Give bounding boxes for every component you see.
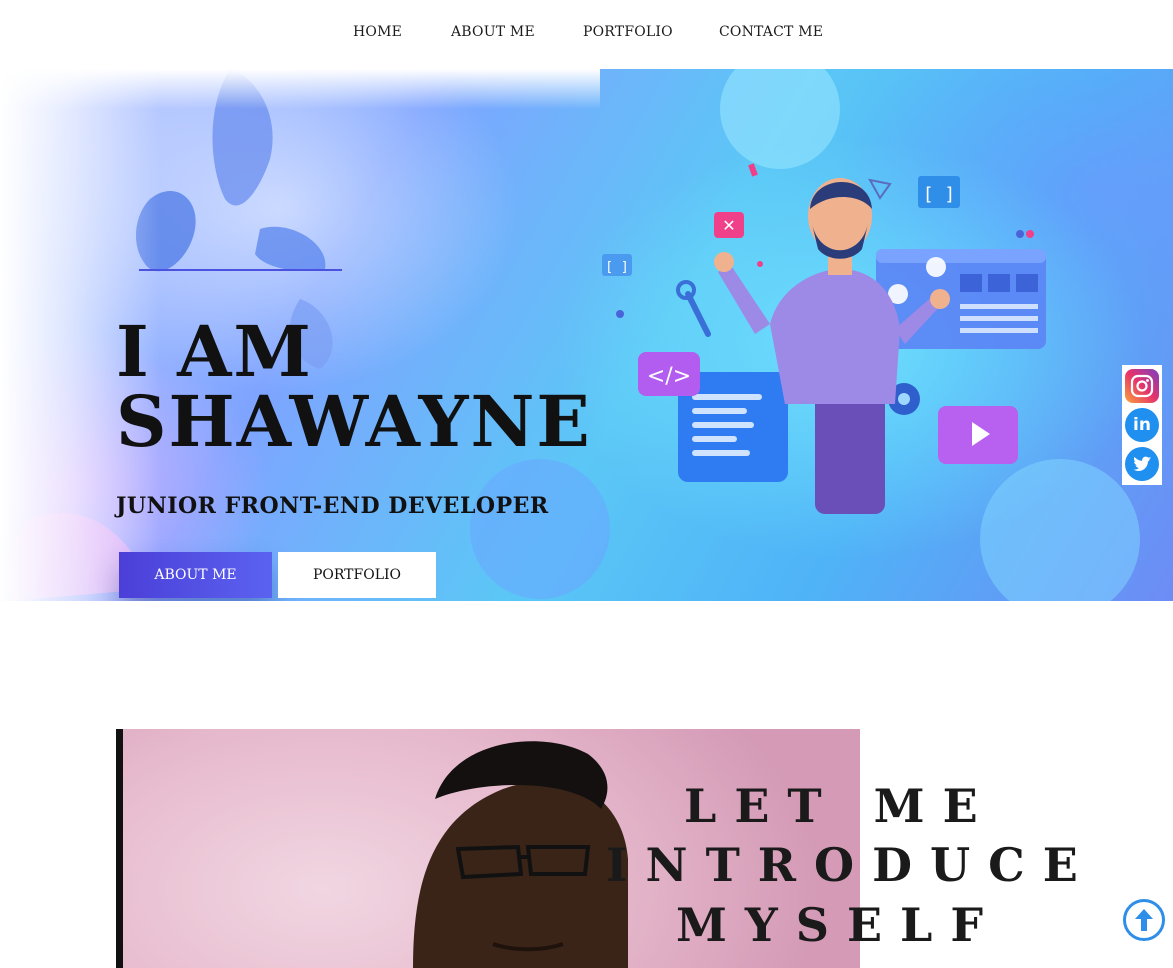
linkedin-icon[interactable]: in [1125,407,1159,442]
nav-about-me[interactable]: ABOUT ME [451,24,535,40]
instagram-glyph [1130,375,1154,398]
photo-accent-bar [116,729,123,968]
nav-contact-me[interactable]: CONTACT ME [719,24,823,40]
instagram-icon[interactable] [1125,369,1159,404]
svg-text:[ ]: [ ] [923,184,956,205]
nav-home[interactable]: HOME [353,24,402,40]
about-me-button[interactable]: ABOUT ME [119,552,272,598]
top-navigation: HOME ABOUT ME PORTFOLIO CONTACT ME [0,0,1173,69]
developer-illustration: </> [ ] [ ] ✕ [602,163,1046,514]
svg-text:[ ]: [ ] [605,260,628,275]
arrow-up-icon [1135,909,1153,931]
twitter-icon[interactable] [1125,446,1159,481]
hero-accent-line [139,269,342,271]
intro-heading-line-2: INTRODUCE [606,838,1096,892]
intro-heading-line-3: MYSELF [676,898,1002,952]
hero-title-line-2: SHAWAYNE [116,380,592,463]
hero-section: </> [ ] [ ] ✕ I AM SHAWAYNE JUNIOR FRONT… [0,69,1173,601]
intro-heading-line-1: LET ME [684,779,996,833]
hero-subtitle: JUNIOR FRONT-END DEVELOPER [116,493,549,519]
svg-text:✕: ✕ [722,216,735,235]
hero-title-line-1: I AM [116,310,313,393]
portfolio-button[interactable]: PORTFOLIO [278,552,436,598]
social-links: in [1122,365,1162,485]
linkedin-glyph: in [1133,414,1151,435]
nav-portfolio[interactable]: PORTFOLIO [583,24,673,40]
svg-text:</>: </> [647,364,691,389]
hero-title: I AM SHAWAYNE [116,317,592,457]
hero-top-fade [0,69,600,109]
twitter-glyph [1133,456,1152,471]
back-to-top-button[interactable] [1123,899,1165,941]
